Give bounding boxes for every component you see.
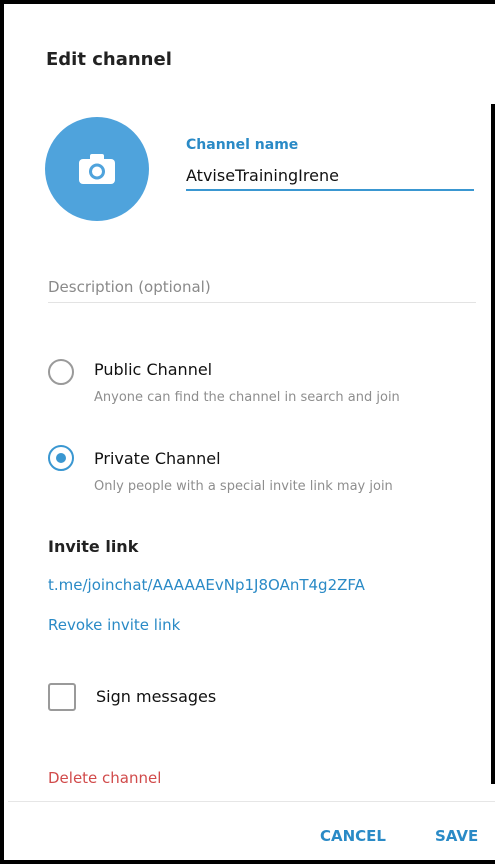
cancel-button[interactable]: CANCEL [320,827,386,845]
footer-divider [8,801,495,802]
camera-icon [79,154,115,184]
save-button[interactable]: SAVE [435,827,478,845]
private-channel-label[interactable]: Private Channel [94,449,221,468]
channel-name-input[interactable] [186,161,474,191]
edit-channel-dialog: Edit channel Channel name Public Channel… [0,0,495,864]
channel-photo-button[interactable] [45,117,149,221]
description-input[interactable] [48,272,476,303]
dialog-title: Edit channel [46,49,172,70]
channel-name-label: Channel name [186,137,299,153]
sign-messages-label[interactable]: Sign messages [96,687,216,706]
private-channel-description: Only people with a special invite link m… [94,479,393,494]
private-channel-radio[interactable] [48,445,74,471]
delete-channel-link[interactable]: Delete channel [48,769,161,787]
public-channel-radio[interactable] [48,359,74,385]
revoke-invite-link[interactable]: Revoke invite link [48,616,180,634]
sign-messages-checkbox[interactable] [48,683,76,711]
public-channel-description: Anyone can find the channel in search an… [94,390,400,405]
invite-link[interactable]: t.me/joinchat/AAAAAEvNp1J8OAnT4g2ZFA [48,576,365,594]
scrollbar[interactable] [491,104,495,784]
public-channel-label[interactable]: Public Channel [94,360,212,379]
invite-link-header: Invite link [48,537,139,556]
